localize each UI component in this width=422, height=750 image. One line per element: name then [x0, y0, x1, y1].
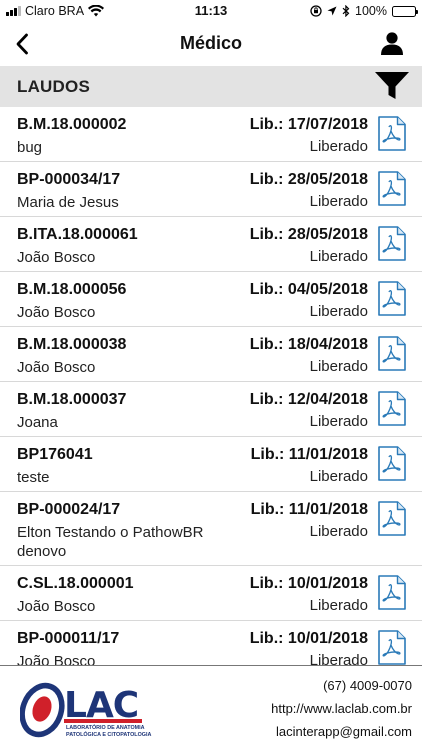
battery-percentage: 100% [355, 4, 387, 18]
laudo-status: Liberado [309, 138, 368, 155]
pdf-icon[interactable] [378, 171, 406, 206]
laudo-code: B.M.18.000038 [17, 336, 127, 353]
laudos-list[interactable]: B.M.18.000002 bug Lib.: 17/07/2018 Liberado… [0, 107, 422, 665]
page-title: Médico [179, 33, 242, 53]
user-icon[interactable] [380, 31, 404, 57]
laudo-patient: bug [17, 139, 43, 156]
laudo-code: BP176041 [17, 446, 93, 463]
laudo-release-date: Lib.: 11/01/2018 [250, 446, 368, 463]
laudo-status: Liberado [309, 303, 368, 320]
laudo-row[interactable]: B.M.18.000056 João Bosco Lib.: 04/05/2018 L… [0, 272, 422, 327]
footer: LAC LABORATÓRIO DE ANATOMIA PATOLÓGICA E… [0, 665, 422, 750]
filter-icon[interactable] [374, 70, 410, 102]
laudo-release-date: Lib.: 10/01/2018 [249, 630, 368, 647]
laudo-code: BP-000024/17 [17, 501, 121, 518]
section-title: LAUDOS [17, 77, 90, 96]
laudo-row[interactable]: BP-000024/17 Elton Testando o PathowBR de… [0, 492, 422, 566]
pdf-icon[interactable] [378, 391, 406, 426]
laudo-patient: Maria de Jesus [17, 194, 119, 211]
laudo-patient: Joana [17, 414, 58, 431]
contact-phone[interactable]: (67) 4009-0070 [323, 678, 412, 693]
laudo-row[interactable]: BP176041 teste Lib.: 11/01/2018 Liberado [0, 437, 422, 492]
laudo-row[interactable]: BP-000011/17 João Bosco Lib.: 10/01/2018 Li… [0, 621, 422, 665]
laudo-row[interactable]: C.SL.18.000001 João Bosco Lib.: 10/01/2018… [0, 566, 422, 621]
status-right: 100% [310, 4, 418, 18]
laudo-code: C.SL.18.000001 [17, 575, 134, 592]
orientation-lock-icon [310, 5, 322, 17]
laudo-patient: teste [17, 469, 50, 486]
laudo-patient: João Bosco [17, 598, 96, 615]
laudo-release-date: Lib.: 10/01/2018 [249, 575, 368, 592]
laudo-row[interactable]: B.M.18.000037 Joana Lib.: 12/04/2018 Libera… [0, 382, 422, 437]
pdf-icon[interactable] [378, 336, 406, 371]
laudo-row[interactable]: B.M.18.000038 João Bosco Lib.: 18/04/2018 L… [0, 327, 422, 382]
contact-email[interactable]: lacinterapp@gmail.com [276, 724, 412, 739]
laudo-code: B.M.18.000002 [17, 116, 127, 133]
laudo-code: B.M.18.000037 [17, 391, 127, 408]
laudo-release-date: Lib.: 04/05/2018 [249, 281, 368, 298]
laudo-code: B.ITA.18.000061 [17, 226, 138, 243]
laudo-row[interactable]: B.M.18.000002 bug Lib.: 17/07/2018 Liberado [0, 107, 422, 162]
laudo-status: Liberado [309, 248, 368, 265]
location-icon [327, 6, 337, 16]
pdf-icon[interactable] [378, 630, 406, 665]
pdf-icon[interactable] [378, 226, 406, 261]
pdf-icon[interactable] [378, 281, 406, 316]
battery-icon [392, 5, 418, 17]
laudo-row[interactable]: BP-000034/17 Maria de Jesus Lib.: 28/05/20… [0, 162, 422, 217]
laudo-code: B.M.18.000056 [17, 281, 127, 298]
pdf-icon[interactable] [378, 501, 406, 536]
laudo-release-date: Lib.: 12/04/2018 [249, 391, 368, 408]
contact-website[interactable]: http://www.laclab.com.br [271, 701, 412, 716]
laudo-row[interactable]: B.ITA.18.000061 João Bosco Lib.: 28/05/201… [0, 217, 422, 272]
laudo-code: BP-000034/17 [17, 171, 121, 188]
section-header: LAUDOS [0, 66, 422, 107]
laudo-status: Liberado [309, 597, 368, 614]
laudo-patient: João Bosco [17, 359, 96, 376]
lac-logo: LAC LABORATÓRIO DE ANATOMIA PATOLÓGICA E… [20, 682, 151, 740]
laudo-release-date: Lib.: 18/04/2018 [249, 336, 368, 353]
laudo-status: Liberado [309, 413, 368, 430]
laudo-patient: João Bosco [17, 304, 96, 321]
laudo-status: Liberado [309, 523, 368, 540]
laudo-status: Liberado [309, 358, 368, 375]
pdf-icon[interactable] [378, 446, 406, 481]
laudo-release-date: Lib.: 28/05/2018 [249, 226, 368, 243]
laudo-status: Liberado [309, 652, 368, 665]
laudo-patient: João Bosco [17, 249, 96, 266]
status-bar: Claro BRA 11:13 100% [0, 0, 422, 22]
logo-text: LAC [64, 685, 139, 726]
pdf-icon[interactable] [378, 575, 406, 610]
laudo-patient: Elton Testando o PathowBR denovo [17, 524, 204, 560]
pdf-icon[interactable] [378, 116, 406, 151]
laudo-code: BP-000011/17 [17, 630, 120, 647]
laudo-patient: João Bosco [17, 653, 96, 665]
logo-subtitle-1: LABORATÓRIO DE ANATOMIA [66, 725, 145, 731]
laudo-release-date: Lib.: 11/01/2018 [250, 501, 368, 518]
nav-bar: Médico [0, 22, 422, 66]
laudo-status: Liberado [309, 193, 368, 210]
laudo-release-date: Lib.: 28/05/2018 [249, 171, 368, 188]
laudo-release-date: Lib.: 17/07/2018 [249, 116, 368, 133]
logo-subtitle-2: PATOLÓGICA E CITOPATOLOGIA [66, 732, 152, 738]
bluetooth-icon [342, 5, 350, 17]
laudo-status: Liberado [309, 468, 368, 485]
